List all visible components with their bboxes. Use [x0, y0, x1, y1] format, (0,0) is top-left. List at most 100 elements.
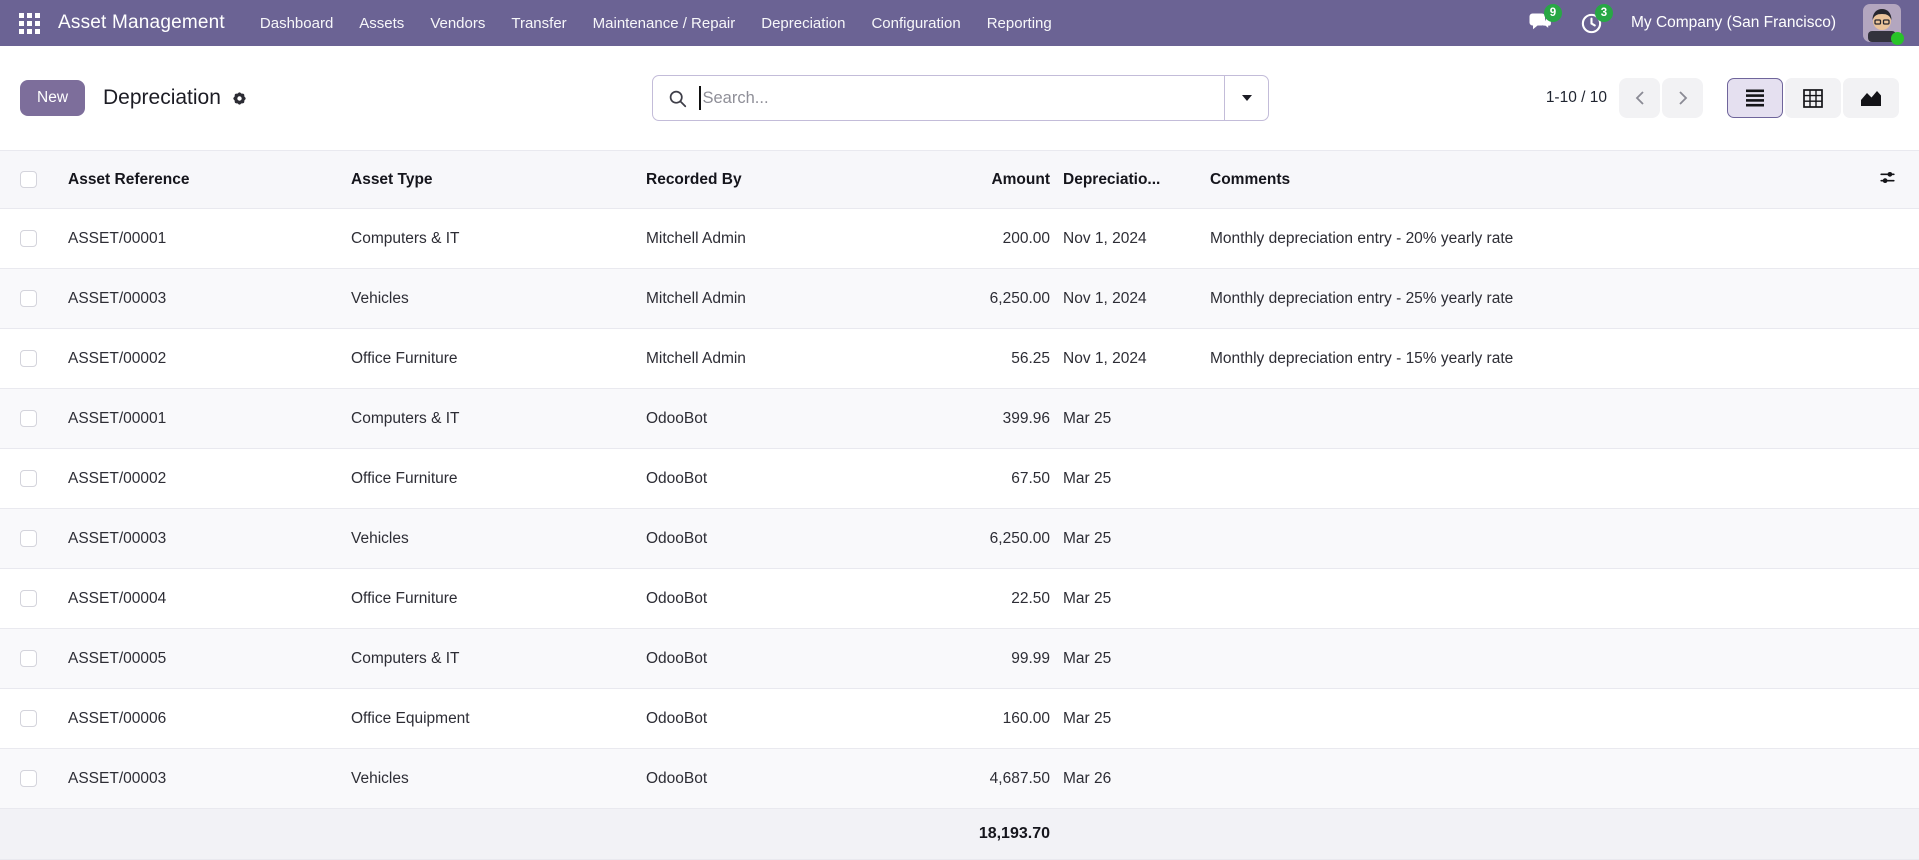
cell-asset-reference: ASSET/00005 — [68, 649, 167, 667]
list-view-button[interactable] — [1727, 78, 1783, 118]
cell-depreciation-date: Mar 25 — [1063, 709, 1112, 727]
header-depreciation-date[interactable]: Depreciatio... — [1050, 150, 1195, 209]
cell-comments — [1195, 569, 1859, 629]
pivot-view-button[interactable] — [1785, 78, 1841, 118]
row-select-cell — [0, 329, 48, 389]
cell-asset-reference: ASSET/00001 — [68, 229, 167, 247]
graph-view-button[interactable] — [1843, 78, 1899, 118]
table-row[interactable]: ASSET/00006 Office Equipment OdooBot 160… — [0, 688, 1919, 749]
menu-item[interactable]: Dashboard — [247, 9, 346, 38]
main-menu: Dashboard Assets Vendors Transfer Mainte… — [247, 9, 1065, 38]
cell-asset-reference: ASSET/00004 — [68, 589, 167, 607]
row-select-cell — [0, 749, 48, 809]
cell-amount: 67.50 — [1011, 469, 1050, 487]
cell-amount: 200.00 — [1002, 229, 1050, 247]
cell-amount: 56.25 — [1011, 349, 1050, 367]
messages-badge: 9 — [1543, 4, 1562, 22]
app-title[interactable]: Asset Management — [58, 12, 225, 34]
row-checkbox[interactable] — [20, 230, 37, 247]
top-navbar: Asset Management Dashboard Assets Vendor… — [0, 0, 1919, 50]
amount-total: 18,193.70 — [978, 825, 1050, 842]
header-asset-type[interactable]: Asset Type — [330, 150, 625, 209]
header-amount[interactable]: Amount — [905, 150, 1050, 209]
cell-comments — [1195, 629, 1859, 689]
next-icon — [1678, 91, 1687, 105]
cell-asset-type: Computers & IT — [351, 649, 460, 667]
cell-amount: 22.50 — [1011, 589, 1050, 607]
cell-comments: Monthly depreciation entry - 25% yearly … — [1210, 289, 1514, 307]
menu-item[interactable]: Assets — [346, 9, 417, 38]
user-avatar[interactable] — [1863, 4, 1904, 45]
control-panel-right: 1-10 / 10 — [1546, 78, 1899, 118]
table-row[interactable]: ASSET/00002 Office Furniture OdooBot 67.… — [0, 448, 1919, 509]
optional-columns-icon[interactable] — [1878, 169, 1897, 186]
cell-recorded-by: OdooBot — [646, 469, 708, 487]
select-all-checkbox[interactable] — [20, 171, 37, 188]
cell-asset-type: Office Furniture — [351, 589, 458, 607]
view-switcher — [1727, 78, 1899, 118]
header-comments[interactable]: Comments — [1195, 150, 1859, 209]
row-checkbox[interactable] — [20, 470, 37, 487]
table-row[interactable]: ASSET/00003 Vehicles OdooBot 4,687.50 Ma… — [0, 748, 1919, 809]
table-row[interactable]: ASSET/00005 Computers & IT OdooBot 99.99… — [0, 628, 1919, 689]
row-select-cell — [0, 629, 48, 689]
cell-depreciation-date: Mar 25 — [1063, 529, 1112, 547]
table-row[interactable]: ASSET/00003 Vehicles Mitchell Admin 6,25… — [0, 268, 1919, 329]
cell-amount: 6,250.00 — [989, 289, 1050, 307]
row-checkbox[interactable] — [20, 650, 37, 667]
dropdown-caret-icon — [1241, 95, 1252, 101]
table-footer: 18,193.70 — [0, 808, 1919, 860]
page-title: Depreciation — [103, 86, 221, 109]
row-checkbox[interactable] — [20, 590, 37, 607]
cell-recorded-by: OdooBot — [646, 529, 708, 547]
menu-item[interactable]: Configuration — [858, 9, 973, 38]
company-switcher[interactable]: My Company (San Francisco) — [1631, 14, 1836, 32]
header-asset-reference[interactable]: Asset Reference — [48, 150, 330, 209]
graph-view-icon — [1861, 91, 1881, 106]
search-bar — [652, 75, 1269, 121]
table-row[interactable]: ASSET/00002 Office Furniture Mitchell Ad… — [0, 328, 1919, 389]
row-checkbox[interactable] — [20, 530, 37, 547]
cell-asset-type: Office Equipment — [351, 709, 470, 727]
optional-columns-cell — [1859, 150, 1919, 209]
search-input[interactable] — [702, 88, 1224, 108]
search-icon — [668, 89, 687, 108]
row-checkbox[interactable] — [20, 410, 37, 427]
messages-icon[interactable]: 9 — [1529, 4, 1562, 35]
row-checkbox[interactable] — [20, 770, 37, 787]
pager-next-button[interactable] — [1662, 78, 1703, 118]
row-select-cell — [0, 569, 48, 629]
table-row[interactable]: ASSET/00004 Office Furniture OdooBot 22.… — [0, 568, 1919, 629]
pager-previous-button[interactable] — [1619, 78, 1660, 118]
row-checkbox[interactable] — [20, 290, 37, 307]
cell-asset-reference: ASSET/00006 — [68, 709, 167, 727]
apps-grid-icon[interactable] — [16, 10, 42, 36]
cell-depreciation-date: Nov 1, 2024 — [1063, 229, 1147, 247]
menu-item[interactable]: Transfer — [498, 9, 579, 38]
search-dropdown-toggle[interactable] — [1224, 76, 1268, 120]
cell-depreciation-date: Mar 25 — [1063, 409, 1112, 427]
cell-depreciation-date: Mar 25 — [1063, 589, 1112, 607]
row-checkbox[interactable] — [20, 710, 37, 727]
menu-item[interactable]: Depreciation — [748, 9, 858, 38]
cell-comments — [1195, 689, 1859, 749]
table-row[interactable]: ASSET/00001 Computers & IT OdooBot 399.9… — [0, 388, 1919, 449]
header-recorded-by[interactable]: Recorded By — [625, 150, 905, 209]
menu-item[interactable]: Reporting — [974, 9, 1065, 38]
cell-amount: 4,687.50 — [989, 769, 1050, 787]
menu-item[interactable]: Vendors — [417, 9, 498, 38]
cell-recorded-by: Mitchell Admin — [646, 229, 746, 247]
new-button[interactable]: New — [20, 80, 86, 116]
activities-icon[interactable]: 3 — [1580, 4, 1613, 35]
cell-asset-reference: ASSET/00003 — [68, 289, 167, 307]
table-row[interactable]: ASSET/00001 Computers & IT Mitchell Admi… — [0, 208, 1919, 269]
cell-depreciation-date: Mar 26 — [1063, 769, 1112, 787]
menu-item[interactable]: Maintenance / Repair — [580, 9, 749, 38]
row-checkbox[interactable] — [20, 350, 37, 367]
cell-amount: 99.99 — [1011, 649, 1050, 667]
cell-comments — [1195, 749, 1859, 809]
cell-asset-type: Vehicles — [351, 529, 409, 547]
gear-icon[interactable] — [231, 90, 248, 107]
pager-range[interactable]: 1-10 / 10 — [1546, 89, 1607, 107]
table-row[interactable]: ASSET/00003 Vehicles OdooBot 6,250.00 Ma… — [0, 508, 1919, 569]
